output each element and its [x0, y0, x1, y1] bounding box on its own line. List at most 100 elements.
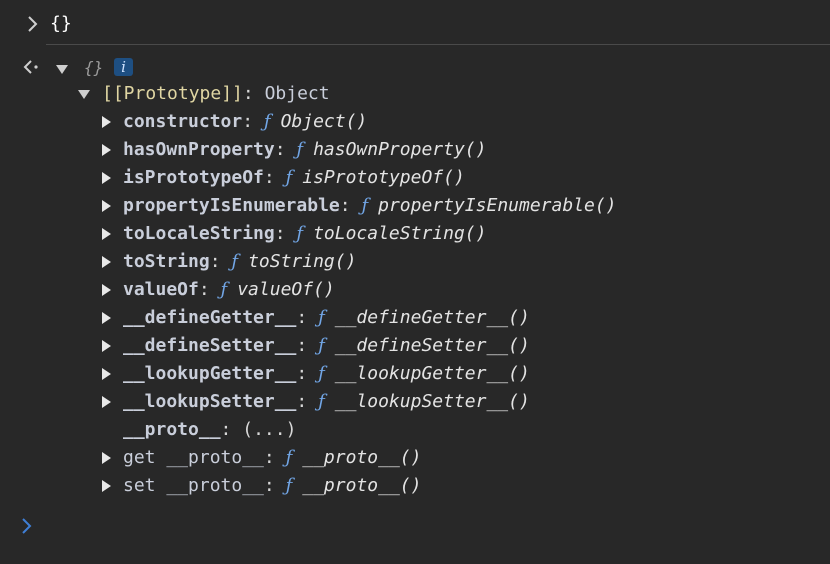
property-separator: : — [296, 363, 319, 384]
expand-toggle[interactable] — [102, 248, 123, 276]
property-value[interactable]: (...) — [242, 419, 296, 440]
function-symbol: ƒ — [263, 111, 271, 132]
property-value: toLocaleString() — [313, 223, 487, 244]
property-row[interactable]: hasOwnProperty: ƒ hasOwnProperty() — [102, 136, 486, 164]
expand-toggle[interactable] — [102, 388, 123, 416]
caret-right-icon — [102, 228, 111, 240]
expand-toggle[interactable] — [102, 276, 123, 304]
property-value: isPrototypeOf() — [302, 167, 465, 188]
expand-toggle[interactable] — [102, 360, 123, 388]
expand-toggle[interactable] — [102, 164, 123, 192]
caret-right-icon — [102, 284, 111, 296]
property-row[interactable]: valueOf: ƒ valueOf() — [102, 276, 335, 304]
function-symbol: ƒ — [231, 251, 239, 272]
property-key: __proto__ — [123, 419, 221, 440]
property-key: toLocaleString — [123, 223, 275, 244]
property-separator: : — [263, 447, 286, 468]
property-key: __lookupSetter__ — [123, 391, 297, 412]
caret-down-icon — [78, 89, 90, 99]
property-value: __defineSetter__() — [334, 335, 530, 356]
function-symbol: ƒ — [285, 475, 293, 496]
result-expand-toggle[interactable] — [56, 58, 68, 79]
property-row[interactable]: isPrototypeOf: ƒ isPrototypeOf() — [102, 164, 465, 192]
property-row[interactable]: __defineGetter__: ƒ __defineGetter__() — [102, 304, 530, 332]
property-value: __lookupGetter__() — [334, 363, 530, 384]
function-symbol: ƒ — [318, 307, 325, 328]
caret-right-icon — [102, 480, 111, 492]
function-symbol: ƒ — [285, 447, 293, 468]
property-key: isPrototypeOf — [123, 167, 264, 188]
property-row[interactable]: constructor: ƒ Object() — [102, 108, 367, 136]
property-key: constructor — [123, 111, 243, 132]
property-row[interactable]: get __proto__: ƒ __proto__() — [102, 444, 421, 472]
property-row[interactable]: propertyIsEnumerable: ƒ propertyIsEnumera… — [102, 192, 617, 220]
caret-right-icon — [102, 340, 111, 352]
function-symbol: ƒ — [361, 195, 369, 216]
property-key: __lookupGetter__ — [123, 363, 297, 384]
property-key: valueOf — [123, 279, 199, 300]
property-value: toString() — [248, 251, 357, 272]
function-symbol: ƒ — [318, 335, 325, 356]
function-symbol: ƒ — [296, 223, 304, 244]
caret-right-icon — [102, 452, 111, 464]
property-key: set __proto__ — [123, 475, 264, 496]
property-value: __proto__() — [302, 475, 422, 496]
expand-toggle[interactable] — [102, 108, 123, 136]
property-separator: : — [242, 111, 264, 132]
property-row[interactable]: set __proto__: ƒ __proto__() — [102, 472, 421, 500]
result-arrow-icon — [23, 60, 38, 74]
property-value: hasOwnProperty() — [313, 139, 487, 160]
property-separator: : — [339, 195, 362, 216]
property-separator: : — [263, 475, 286, 496]
expand-toggle[interactable] — [102, 444, 123, 472]
property-key: get __proto__ — [123, 447, 264, 468]
function-symbol: ƒ — [220, 279, 228, 300]
property-key: __defineGetter__ — [123, 307, 297, 328]
caret-right-icon — [102, 200, 111, 212]
property-value: propertyIsEnumerable() — [378, 195, 617, 216]
object-preview[interactable]: {} — [84, 56, 103, 80]
prototype-key: [[Prototype]] — [102, 83, 243, 104]
prototype-value: Object — [264, 83, 330, 104]
property-value: __lookupSetter__() — [334, 391, 530, 412]
expand-toggle[interactable] — [102, 332, 123, 360]
property-row[interactable]: toLocaleString: ƒ toLocaleString() — [102, 220, 486, 248]
expand-toggle[interactable] — [102, 192, 123, 220]
function-symbol: ƒ — [285, 167, 293, 188]
property-separator: : — [274, 223, 297, 244]
property-separator: : — [263, 167, 286, 188]
property-key: hasOwnProperty — [123, 139, 275, 160]
caret-down-icon — [56, 64, 68, 74]
property-key: __defineSetter__ — [123, 335, 297, 356]
property-separator: : — [296, 391, 319, 412]
property-row[interactable]: toString: ƒ toString() — [102, 248, 356, 276]
property-value: valueOf() — [237, 279, 335, 300]
expand-toggle[interactable] — [102, 220, 123, 248]
property-row[interactable]: __lookupSetter__: ƒ __lookupSetter__() — [102, 388, 530, 416]
property-value: __defineGetter__() — [334, 307, 530, 328]
caret-right-icon — [102, 396, 111, 408]
caret-right-icon — [102, 368, 111, 380]
console-prompt-icon[interactable] — [20, 516, 34, 536]
caret-right-icon — [102, 172, 111, 184]
property-separator: : — [296, 335, 319, 356]
property-separator: : — [274, 139, 297, 160]
property-key: toString — [123, 251, 210, 272]
info-icon[interactable]: i — [114, 58, 133, 76]
function-symbol: ƒ — [318, 391, 325, 412]
property-value: Object() — [280, 111, 368, 132]
function-symbol: ƒ — [296, 139, 304, 160]
expand-toggle[interactable] — [102, 472, 123, 500]
property-row[interactable]: __proto__: (...) — [102, 416, 296, 444]
prototype-row[interactable]: [[Prototype]]: Object — [78, 80, 330, 108]
expand-toggle[interactable] — [102, 304, 123, 332]
property-row[interactable]: __lookupGetter__: ƒ __lookupGetter__() — [102, 360, 530, 388]
caret-right-icon — [102, 144, 111, 156]
console-panel: {} {} i [[Prototype]]: Object constructo… — [0, 0, 830, 564]
expand-toggle[interactable] — [102, 136, 123, 164]
property-row[interactable]: __defineSetter__: ƒ __defineSetter__() — [102, 332, 530, 360]
function-symbol: ƒ — [318, 363, 325, 384]
property-key: propertyIsEnumerable — [123, 195, 340, 216]
entry-divider — [46, 44, 830, 45]
console-input-text[interactable]: {} — [50, 10, 72, 38]
